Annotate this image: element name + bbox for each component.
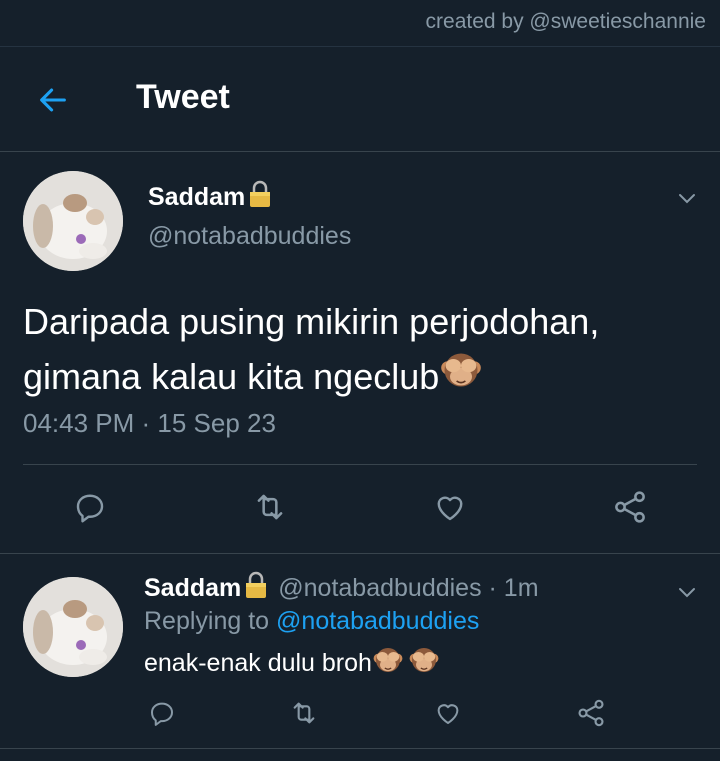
tweet-text: Daripada pusing mikirin perjodohan, gima…: [23, 296, 703, 406]
tweet-text-line-1: Daripada pusing mikirin perjodohan,: [23, 301, 600, 342]
lock-icon: [248, 180, 272, 215]
tweet-text-line-2: gimana kalau kita ngeclub: [23, 356, 440, 397]
top-bar: Tweet: [0, 46, 720, 152]
replying-to-line: Replying to @notabadbuddies: [144, 607, 479, 636]
share-icon: [578, 699, 604, 727]
share-button[interactable]: [610, 487, 650, 527]
lock-icon: [244, 571, 268, 606]
reply-button[interactable]: [146, 697, 178, 729]
reply-author-name: Saddam: [144, 574, 242, 602]
replying-to-link[interactable]: @notabadbuddies: [276, 607, 479, 635]
reply-icon: [151, 702, 173, 726]
retweet-button[interactable]: [288, 697, 320, 729]
tweet-timestamp: 04:43 PM · 15 Sep 23: [23, 408, 276, 438]
divider: [0, 553, 720, 554]
reply-icon: [76, 494, 104, 523]
see-no-evil-monkey-icon: [372, 644, 404, 683]
back-button[interactable]: [34, 81, 72, 119]
retweet-icon: [257, 494, 283, 520]
like-button[interactable]: [432, 697, 464, 729]
heart-icon: [437, 704, 459, 724]
like-button[interactable]: [430, 487, 470, 527]
author-handle[interactable]: @notabadbuddies: [148, 222, 351, 251]
page-title: Tweet: [136, 78, 230, 116]
see-no-evil-monkey-icon: [439, 348, 483, 406]
author-name[interactable]: Saddam: [148, 180, 272, 215]
share-icon: [615, 491, 645, 523]
reply-button[interactable]: [70, 487, 110, 527]
reply-avatar[interactable]: [23, 577, 123, 677]
divider: [23, 464, 697, 465]
reply-author-line[interactable]: Saddam @notabadbuddies · 1m: [144, 571, 539, 606]
divider: [0, 748, 720, 749]
reply-handle-time: @notabadbuddies · 1m: [278, 574, 539, 602]
arrow-left-icon: [40, 88, 66, 112]
share-button[interactable]: [575, 697, 607, 729]
retweet-icon: [293, 702, 315, 724]
watermark-text: created by @sweetieschannie: [425, 10, 706, 33]
reply-text: enak-enak dulu broh: [144, 644, 440, 683]
reply-chevron-down-icon[interactable]: [675, 580, 699, 604]
reply-text-content: enak-enak dulu broh: [144, 649, 372, 677]
replying-prefix: Replying to: [144, 607, 270, 635]
heart-icon: [437, 496, 463, 521]
see-no-evil-monkey-icon: [408, 644, 440, 683]
chevron-down-icon[interactable]: [675, 186, 699, 210]
avatar[interactable]: [23, 171, 123, 271]
retweet-button[interactable]: [250, 487, 290, 527]
